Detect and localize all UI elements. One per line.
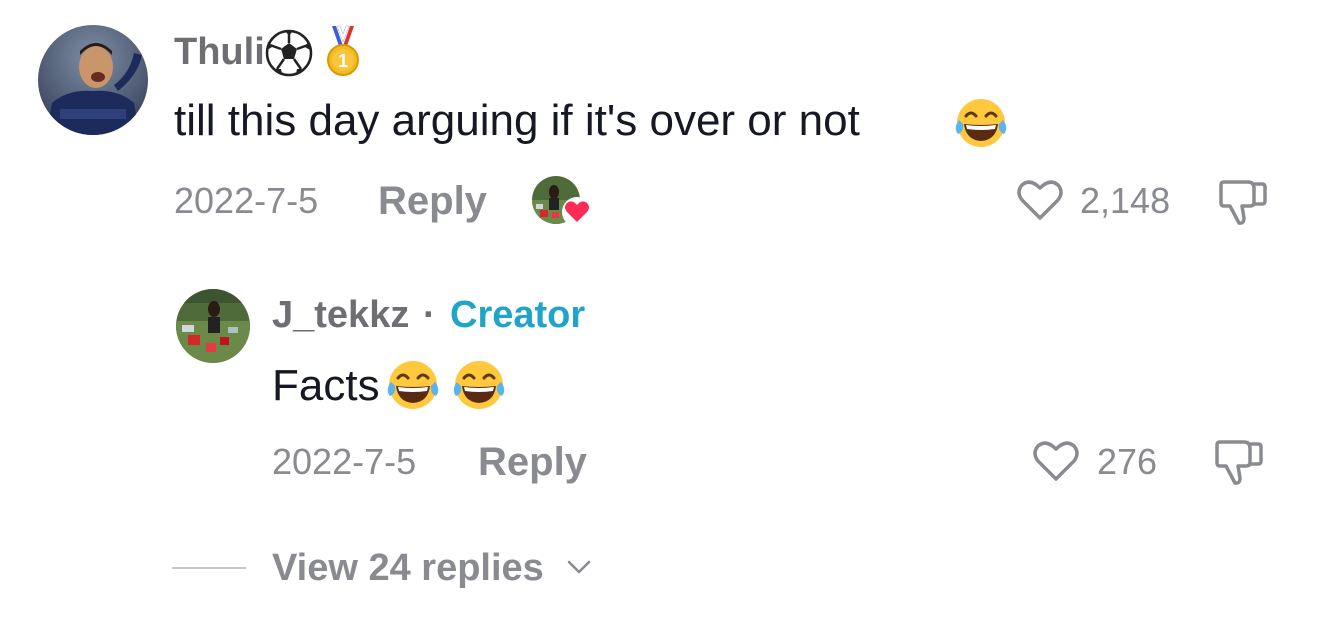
reply-text: Facts — [272, 361, 380, 410]
creator-liked-badge — [532, 176, 594, 228]
creator-avatar[interactable] — [176, 289, 250, 363]
dislike-icon[interactable] — [1218, 176, 1268, 228]
comment-text: till this day arguing if it's over or no… — [174, 96, 860, 145]
like-heart-icon[interactable] — [1030, 437, 1082, 485]
soccer-ball-icon — [264, 28, 314, 78]
medal-icon: 1 — [324, 24, 362, 78]
like-heart-icon[interactable] — [1014, 176, 1066, 224]
comment-date: 2022-7-5 — [174, 180, 319, 221]
chevron-down-icon[interactable] — [565, 556, 593, 578]
laughing-tears-emoji — [450, 356, 508, 414]
comment-username[interactable]: Thuli — [174, 33, 265, 71]
like-count: 2,148 — [1080, 180, 1171, 221]
heart-icon — [560, 196, 594, 228]
like-count: 276 — [1097, 441, 1158, 482]
dislike-icon[interactable] — [1214, 436, 1264, 488]
reply-button[interactable]: Reply — [378, 181, 487, 221]
avatar[interactable] — [38, 25, 148, 135]
reply-date: 2022-7-5 — [272, 441, 417, 482]
name-separator: · — [423, 294, 436, 336]
reply-username[interactable]: J_tekkz — [272, 296, 409, 334]
laughing-tears-emoji — [384, 356, 442, 414]
creator-badge: Creator — [450, 294, 586, 336]
thread-divider — [172, 567, 246, 569]
reply-button[interactable]: Reply — [478, 442, 587, 482]
svg-text:1: 1 — [338, 51, 348, 71]
view-replies-button[interactable]: View 24 replies — [272, 549, 544, 587]
laughing-tears-emoji — [952, 94, 1010, 152]
